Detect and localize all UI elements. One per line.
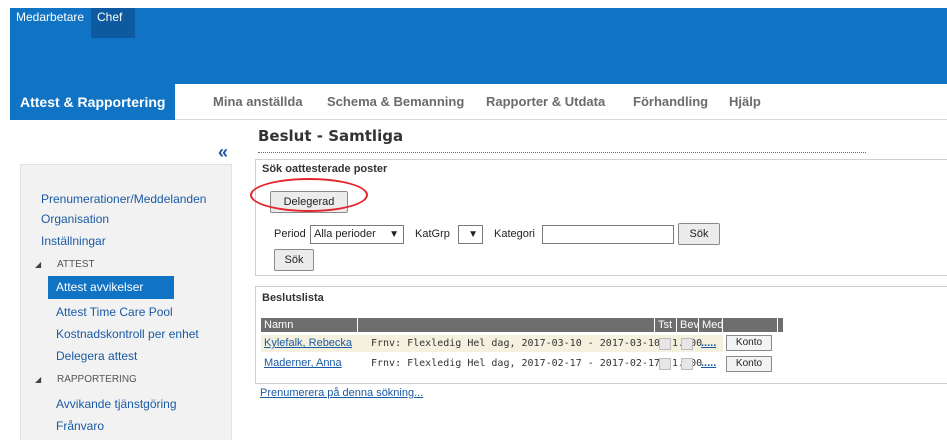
tst-checkbox[interactable] [659,338,671,350]
sidebar-item-kostnadskontroll[interactable]: Kostnadskontroll per enhet [56,327,199,341]
sidebar-section-attest[interactable]: ◢ ATTEST [35,259,95,270]
konto-button[interactable]: Konto [726,356,772,372]
kategori-label: Kategori [494,228,535,240]
chevron-down-icon: ▼ [468,229,478,240]
search-panel: Sök oattesterade poster [255,159,947,276]
sok-button-2[interactable]: Sök [274,249,314,271]
section-title: ATTEST [57,259,95,270]
delegerad-button[interactable]: Delegerad [270,191,348,213]
period-value: Alla perioder [314,228,376,240]
title-divider [258,152,866,153]
kategori-input[interactable] [542,225,674,244]
column-header-konto [723,318,778,332]
period-label: Period [274,228,306,240]
konto-button[interactable]: Konto [726,335,772,351]
nav-forhandling[interactable]: Förhandling [633,84,708,120]
top-role-bar: Medarbetare Chef [10,8,947,84]
nav-mina-anstallda[interactable]: Mina anställda [213,84,303,120]
sidebar-item-avvikande-tjanstgoring[interactable]: Avvikande tjänstgöring [56,397,177,411]
subscribe-search-link[interactable]: Prenumerera på denna sökning... [260,387,423,399]
row-name-link[interactable]: Maderner, Anna [261,355,342,372]
role-tab-medarbetare[interactable]: Medarbetare [10,8,90,38]
table-header: Namn Tst Bev Med [261,318,783,332]
column-header-bev: Bev [677,318,699,332]
sidebar-link-installningar[interactable]: Inställningar [41,234,106,248]
row-name-link[interactable]: Kylefalk, Rebecka [261,335,352,352]
collapse-sidebar-icon[interactable]: « [218,142,228,163]
sok-button[interactable]: Sök [678,223,720,245]
med-link[interactable]: ..... [701,335,716,352]
chevron-down-icon: ▼ [389,229,399,240]
column-header-namn: Namn [261,318,358,332]
sidebar-item-delegera-attest[interactable]: Delegera attest [56,349,137,363]
beslutslista-heading: Beslutslista [262,292,324,304]
nav-schema-bemanning[interactable]: Schema & Bemanning [327,84,464,120]
row-description: Frnv: Flexledig Hel dag, 2017-03-10 - 20… [371,338,703,349]
sidebar-item-attest-time-care-pool[interactable]: Attest Time Care Pool [56,305,173,319]
search-heading: Sök oattesterade poster [262,163,388,175]
nav-attest-rapportering[interactable]: Attest & Rapportering [10,84,176,120]
katgrp-select[interactable]: ▼ [458,225,483,244]
sidebar-item-attest-avvikelser[interactable]: Attest avvikelser [48,276,174,299]
katgrp-label: KatGrp [415,228,450,240]
table-row: Kylefalk, Rebecka Frnv: Flexledig Hel da… [261,335,723,352]
sidebar-item-franvaro[interactable]: Frånvaro [56,419,104,433]
nav-rapporter-utdata[interactable]: Rapporter & Utdata [486,84,605,120]
tst-checkbox[interactable] [659,358,671,370]
row-description: Frnv: Flexledig Hel dag, 2017-02-17 - 20… [371,358,703,369]
sidebar-link-organisation[interactable]: Organisation [41,212,109,226]
column-header-desc [358,318,655,332]
nav-hjalp[interactable]: Hjälp [729,84,761,120]
med-link[interactable]: ..... [701,355,716,372]
collapse-triangle-icon: ◢ [35,260,42,269]
sidebar-section-rapportering[interactable]: ◢ RAPPORTERING [35,374,137,385]
bev-checkbox[interactable] [681,338,693,350]
sidebar-link-prenumerationer[interactable]: Prenumerationer/Meddelanden [41,192,206,206]
role-tab-chef[interactable]: Chef [91,8,135,38]
bev-checkbox[interactable] [681,358,693,370]
collapse-triangle-icon: ◢ [35,375,42,384]
page-title: Beslut - Samtliga [258,127,404,145]
column-header-tst: Tst [655,318,677,332]
table-row: Maderner, Anna Frnv: Flexledig Hel dag, … [261,355,723,372]
section-title: RAPPORTERING [57,374,137,385]
main-nav: Attest & Rapportering Mina anställda Sch… [10,84,947,120]
column-header-med: Med [699,318,723,332]
period-select[interactable]: Alla perioder ▼ [310,225,404,244]
